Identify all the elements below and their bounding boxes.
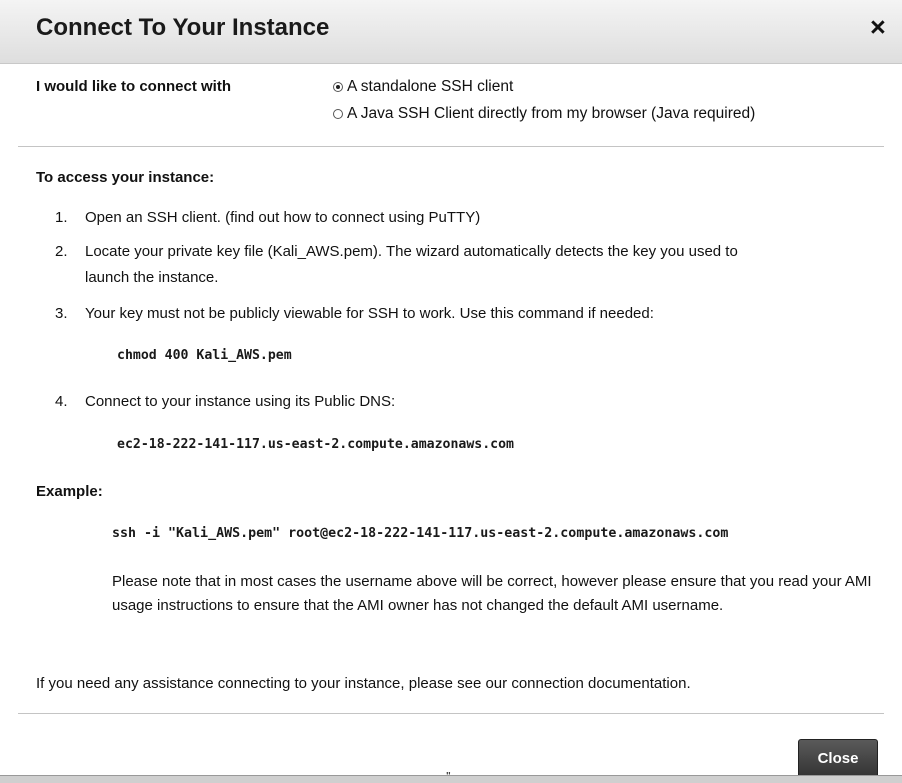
radio-unselected-icon[interactable] xyxy=(333,109,343,119)
instructions-title: To access your instance: xyxy=(36,169,215,186)
step-text: Locate your private key file (Kali_AWS.p… xyxy=(85,243,738,260)
chmod-command: chmod 400 Kali_AWS.pem xyxy=(117,348,292,363)
step-number: 2. xyxy=(55,243,68,260)
dialog-header: Connect To Your Instance × xyxy=(0,0,902,64)
divider xyxy=(18,146,884,147)
step-text: Connect to your instance using its Publi… xyxy=(85,393,396,410)
radio-java-ssh[interactable]: A Java SSH Client directly from my brows… xyxy=(333,105,755,123)
radio-label: A Java SSH Client directly from my brows… xyxy=(347,105,756,122)
step-text: Your key must not be publicly viewable f… xyxy=(85,305,654,322)
connect-method-label: I would like to connect with xyxy=(36,78,232,95)
step-2: 2. Locate your private key file (Kali_AWS… xyxy=(55,240,738,264)
step-4: 4. Connect to your instance using its Pub… xyxy=(55,390,395,414)
step-1: 1. Open an SSH client. (find out how to c… xyxy=(55,206,480,230)
step-3: 3. Your key must not be publicly viewable… xyxy=(55,302,654,326)
step-number: 3. xyxy=(55,305,68,322)
radio-selected-icon[interactable] xyxy=(333,82,343,92)
step-number: 4. xyxy=(55,393,68,410)
example-label: Example: xyxy=(36,483,103,500)
footer-divider xyxy=(18,713,884,714)
resize-grip-icon[interactable]: " xyxy=(446,771,451,782)
public-dns: ec2-18-222-141-117.us-east-2.compute.ama… xyxy=(117,437,514,452)
radio-standalone-ssh[interactable]: A standalone SSH client xyxy=(333,78,513,96)
radio-label: A standalone SSH client xyxy=(347,78,514,95)
step-2-continued: launch the instance. xyxy=(85,269,219,286)
ssh-example-command: ssh -i "Kali_AWS.pem" root@ec2-18-222-14… xyxy=(112,526,729,541)
connection-documentation-link[interactable]: connection documentation xyxy=(511,675,686,692)
close-icon[interactable]: × xyxy=(870,14,886,41)
step-text: Open an SSH client. (find out how to con… xyxy=(85,209,429,226)
connect-dialog: Connect To Your Instance × I would like … xyxy=(0,0,902,783)
help-text: If you need any assistance connecting to… xyxy=(36,675,691,692)
step-number: 1. xyxy=(55,209,68,226)
step-text-end: ) xyxy=(475,209,481,226)
close-button[interactable]: Close xyxy=(798,739,878,778)
username-note: Please note that in most cases the usern… xyxy=(112,573,872,614)
dialog-title: Connect To Your Instance xyxy=(36,14,330,41)
help-text-end: . xyxy=(686,675,691,692)
putty-link[interactable]: PuTTY xyxy=(429,209,476,226)
help-text-body: If you need any assistance connecting to… xyxy=(36,675,512,692)
